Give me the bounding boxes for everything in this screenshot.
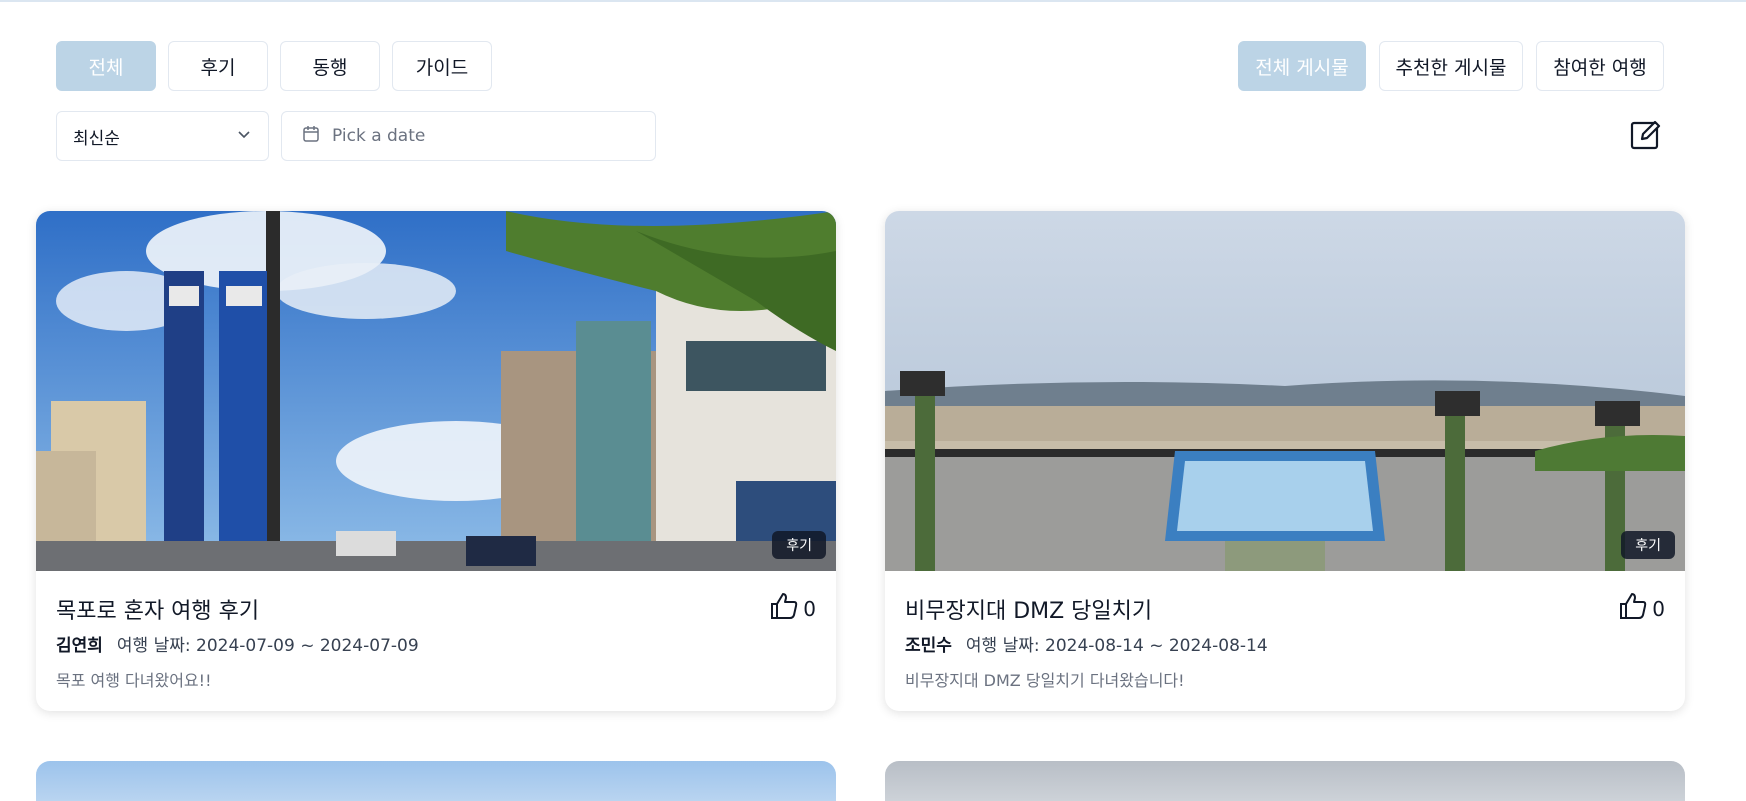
post-card-partial[interactable]: [885, 761, 1685, 801]
post-dates: 여행 날짜: 2024-08-14 ~ 2024-08-14: [965, 636, 1268, 656]
post-thumbnail: [885, 211, 1685, 571]
post-card[interactable]: 후기 목포로 혼자 여행 후기 0 김연희 여행 날짜: 2024-07-09 …: [36, 211, 836, 711]
sort-select-value: 최신순: [73, 128, 120, 149]
like-count: 0: [803, 596, 816, 621]
post-author: 김연희: [56, 636, 103, 656]
chevron-down-icon: [236, 126, 252, 147]
sort-select[interactable]: 최신순: [56, 111, 269, 161]
thumbs-up-icon: [769, 591, 799, 626]
category-badge: 후기: [1621, 531, 1675, 559]
post-excerpt: 비무장지대 DMZ 당일치기 다녀왔습니다!: [905, 671, 1185, 690]
date-picker[interactable]: Pick a date: [281, 111, 656, 161]
post-title[interactable]: 비무장지대 DMZ 당일치기: [905, 593, 1152, 625]
post-card[interactable]: 후기 비무장지대 DMZ 당일치기 0 조민수 여행 날짜: 2024-08-1…: [885, 211, 1685, 711]
post-thumbnail: [36, 211, 836, 571]
calendar-icon: [302, 125, 320, 148]
like-button[interactable]: 0: [769, 591, 816, 626]
post-meta: 조민수 여행 날짜: 2024-08-14 ~ 2024-08-14: [905, 631, 1268, 656]
top-border: [0, 0, 1746, 2]
tab-liked-posts[interactable]: 추천한 게시물: [1379, 41, 1523, 91]
post-card-partial[interactable]: [36, 761, 836, 801]
post-title[interactable]: 목포로 혼자 여행 후기: [56, 593, 259, 625]
category-badge: 후기: [772, 531, 826, 559]
date-picker-placeholder: Pick a date: [332, 126, 426, 146]
post-meta: 김연희 여행 날짜: 2024-07-09 ~ 2024-07-09: [56, 631, 419, 656]
tab-all-posts[interactable]: 전체 게시물: [1238, 41, 1366, 91]
tab-companion[interactable]: 동행: [280, 41, 380, 91]
like-count: 0: [1652, 596, 1665, 621]
post-dates: 여행 날짜: 2024-07-09 ~ 2024-07-09: [116, 636, 419, 656]
thumbs-up-icon: [1618, 591, 1648, 626]
tab-joined-trips[interactable]: 참여한 여행: [1536, 41, 1664, 91]
write-post-button[interactable]: [1626, 117, 1666, 157]
post-author: 조민수: [905, 636, 952, 656]
edit-icon: [1629, 118, 1663, 156]
tab-all[interactable]: 전체: [56, 41, 156, 91]
tab-review[interactable]: 후기: [168, 41, 268, 91]
tab-guide[interactable]: 가이드: [392, 41, 492, 91]
post-excerpt: 목포 여행 다녀왔어요!!: [56, 671, 212, 690]
like-button[interactable]: 0: [1618, 591, 1665, 626]
